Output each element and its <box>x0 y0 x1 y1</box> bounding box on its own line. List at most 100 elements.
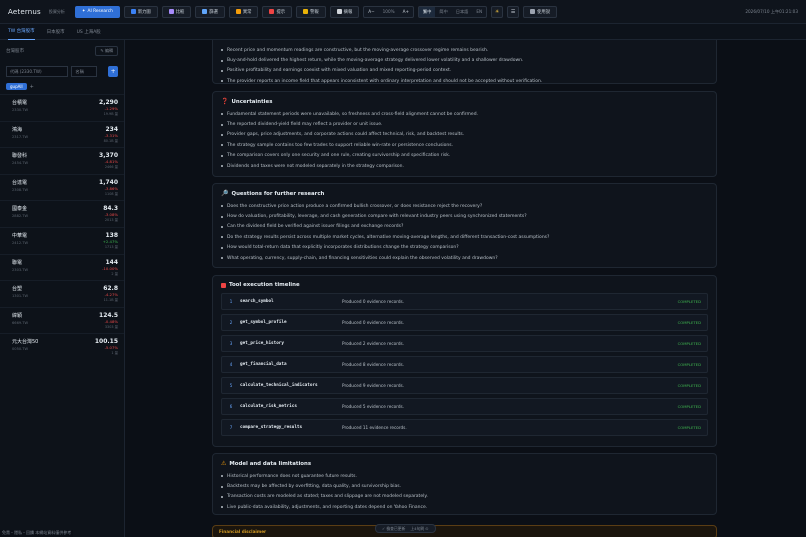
tool-status: COMPLETED <box>677 404 701 409</box>
lang-zh-tw[interactable]: 繁中 <box>419 6 436 17</box>
add-group-button[interactable]: + <box>30 84 34 90</box>
stock-row[interactable]: 元大台灣50 0050.TW 100.15 -5.07% 1 量 <box>0 333 124 360</box>
questions-panel: 🔎 Questions for further research Does the… <box>212 183 717 268</box>
stock-left: 緯穎 6669.TW <box>12 312 28 334</box>
stock-right: 234 -3.31% 80.1B 量 <box>104 126 118 148</box>
tool-row[interactable]: 6 calculate_risk_metrics Produced 5 eviden… <box>221 398 708 415</box>
font-increase-button[interactable]: A+ <box>399 9 413 14</box>
summary-item: Recent price and momentum readings are c… <box>221 45 708 55</box>
summary-item: Buy-and-hold delivered the highest retur… <box>221 55 708 65</box>
lang-ja[interactable]: 日本語 <box>452 9 473 15</box>
search-icon: 🔎 <box>221 190 229 197</box>
stock-price: 234 <box>105 125 118 133</box>
tool-name: search_symbol <box>240 299 274 304</box>
stock-price: 144 <box>105 258 118 266</box>
stock-name: 鴻海 <box>12 126 23 133</box>
tool-row[interactable]: 5 calculate_technical_indicators Produced … <box>221 377 708 394</box>
research-report: Recent price and momentum readings are c… <box>125 40 806 537</box>
uncertainty-item: Dividends and taxes were not modeled sep… <box>221 161 708 171</box>
tool-row[interactable]: 3 get_price_history Produced 2 evidence re… <box>221 335 708 352</box>
compare-icon <box>168 9 174 14</box>
tool-name: get_price_history <box>240 341 284 346</box>
uncertainty-item: The strategy sample contains too few tra… <box>221 140 708 150</box>
stock-code: 2412.TW <box>12 240 29 245</box>
tool-row[interactable]: 2 get_symbol_profile Produced 0 evidence r… <box>221 314 708 331</box>
tab-taiwan[interactable]: TW 台灣股市 <box>8 24 35 40</box>
ai-research-button[interactable]: ✦ AI Research <box>74 5 120 18</box>
stock-name: 台達電 <box>12 179 28 186</box>
tool-name: calculate_risk_metrics <box>240 404 297 409</box>
font-decrease-button[interactable]: A− <box>364 9 378 14</box>
stock-row[interactable]: 中華電 2412.TW 138 +2.47% 1713 量 <box>0 226 124 254</box>
stock-right: 100.15 -5.07% 1 量 <box>95 338 118 360</box>
stock-left: 台塑 1301.TW <box>12 285 28 307</box>
stock-code: 2303.TW <box>12 267 29 272</box>
code-input[interactable]: 代碼 (2330.TW) <box>6 66 69 77</box>
stock-price: 138 <box>105 231 118 239</box>
stock-row[interactable]: 國泰金 2882.TW 84.3 -3.08% 2013 量 <box>0 200 124 227</box>
clock: 2026/07/10 上午01:21:03 <box>745 8 798 14</box>
stock-row[interactable]: 聯電 2303.TW 144 -10.00% 2 量 <box>0 253 124 281</box>
compare-label: 比較 <box>175 9 185 15</box>
theme-toggle[interactable]: ☀ <box>491 5 504 18</box>
stock-price: 1,740 <box>99 178 118 186</box>
prompt-button[interactable]: 提示 <box>262 5 293 18</box>
stock-row[interactable]: 台積電 2330.TW 2,290 -1.29% 19.9B 量 <box>0 94 124 121</box>
stock-left: 台達電 2308.TW <box>12 179 28 201</box>
lang-zh-cn[interactable]: 简中 <box>435 9 451 15</box>
anomaly-label: 異常 <box>242 9 252 15</box>
tool-result: Produced 9 evidence records. <box>342 383 405 388</box>
tool-step-number: 3 <box>229 341 233 346</box>
briefcase-icon <box>269 9 275 14</box>
menu-button[interactable]: ☰ <box>507 5 520 18</box>
market-tabs: TW 台灣股市 日本股市 US 上海A股 <box>0 24 806 40</box>
financial-disclaimer: Financial disclaimer <box>212 525 717 537</box>
question-item: Does the constructive price action produ… <box>221 201 708 211</box>
tab-shanghai[interactable]: US 上海A股 <box>77 24 101 40</box>
limitation-item: Backtests may be affected by overfitting… <box>221 481 708 491</box>
tool-result: Produced 5 evidence records. <box>342 404 405 409</box>
tool-row[interactable]: 1 search_symbol Produced 0 evidence record… <box>221 293 708 310</box>
tool-name: compare_strategy_results <box>240 425 303 430</box>
stock-row[interactable]: 鴻海 2317.TW 234 -3.31% 80.1B 量 <box>0 120 124 148</box>
tool-row[interactable]: 7 compare_strategy_results Produced 11 evi… <box>221 419 708 436</box>
stock-row[interactable]: 緯穎 6669.TW 124.5 -0.48% 3303 量 <box>0 306 124 334</box>
compare-button[interactable]: 比較 <box>161 5 192 18</box>
stock-volume: 1713 量 <box>104 244 118 249</box>
chart-button[interactable]: 新力圖 <box>123 5 158 18</box>
document-icon <box>336 9 342 14</box>
tab-japan[interactable]: 日本股市 <box>47 24 65 40</box>
refresh-button[interactable]: 上4句刷 ⊙ <box>410 526 428 532</box>
add-symbol-button[interactable]: + <box>108 66 118 77</box>
stock-code: 2308.TW <box>12 187 29 192</box>
stock-row[interactable]: 台塑 1301.TW 62.8 -4.27% 11.1B 量 <box>0 280 124 307</box>
report-button[interactable]: 摘報 <box>329 5 360 18</box>
alert-button[interactable]: 警報 <box>296 5 326 18</box>
uncertainties-list: Fundamental statement periods were unava… <box>221 109 708 171</box>
lang-en[interactable]: EN <box>472 9 486 14</box>
edit-button[interactable]: ✎ 編輯 <box>95 46 118 56</box>
stock-volume: 2013 量 <box>104 218 118 223</box>
user-button[interactable]: 使用說 <box>523 5 558 18</box>
stock-price: 62.8 <box>103 285 118 293</box>
screener-button[interactable]: 篩選 <box>195 5 225 18</box>
stock-code: 2882.TW <box>12 214 29 219</box>
ai-research-label: AI Research <box>87 9 113 14</box>
stock-row[interactable]: 台達電 2308.TW 1,740 -3.86% 1108 量 <box>0 173 124 201</box>
tool-row[interactable]: 4 get_financial_data Produced 8 evidence r… <box>221 356 708 373</box>
group-tag-all[interactable]: gupAll <box>6 83 27 90</box>
tool-step-number: 5 <box>229 383 233 388</box>
add-symbol-form: 代碼 (2330.TW) 名稱 + <box>0 66 124 77</box>
stock-name: 台積電 <box>12 100 28 106</box>
stock-right: 2,290 -1.29% 19.9B 量 <box>99 99 118 121</box>
name-input[interactable]: 名稱 <box>71 66 98 77</box>
stock-row[interactable]: 聯發科 2454.TW 3,370 -4.81% 2466 量 <box>0 147 124 174</box>
brand-logo[interactable]: Aeternus <box>8 8 41 16</box>
bell-icon <box>303 9 309 14</box>
uncertainties-title: Uncertainties <box>231 98 273 105</box>
anomaly-button[interactable]: 異常 <box>228 5 259 18</box>
stock-volume: 3303 量 <box>104 324 118 329</box>
watchlist-sidebar: 台灣股市 ✎ 編輯 代碼 (2330.TW) 名稱 + gupAll + 台積電… <box>0 40 125 537</box>
watchlist-header: 台灣股市 ✎ 編輯 <box>0 40 124 62</box>
stock-right: 3,370 -4.81% 2466 量 <box>99 152 118 174</box>
